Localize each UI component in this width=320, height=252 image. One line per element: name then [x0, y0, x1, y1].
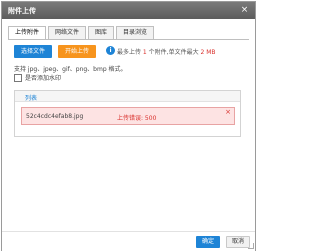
upload-dialog: 附件上传 × 上传附件 网络文件 图库 目录浏览 选择文件 开始上传 i 最多上…: [1, 1, 256, 251]
file-list-title: 列表: [25, 95, 38, 102]
watermark-option[interactable]: 是否添加水印: [14, 73, 61, 82]
file-name: 52c4cdc4efab8.jpg: [26, 113, 84, 120]
cancel-button[interactable]: 取消: [226, 236, 250, 248]
dialog-titlebar[interactable]: 附件上传 ×: [2, 2, 255, 19]
limit-size: 2 MB: [200, 49, 216, 56]
watermark-checkbox[interactable]: [14, 73, 22, 82]
upload-limit-text: 最多上传 1 个附件,单文件最大 2 MB: [117, 47, 216, 56]
limit-middle: 个附件,单文件最大: [146, 49, 201, 56]
tab-directory-browse[interactable]: 目录浏览: [116, 26, 155, 39]
start-upload-button[interactable]: 开始上传: [58, 45, 96, 58]
file-list-panel: 列表 52c4cdc4efab8.jpg 上传错误: 500 ×: [14, 90, 241, 137]
remove-icon[interactable]: ×: [225, 108, 231, 116]
tab-upload-attachment[interactable]: 上传附件: [8, 26, 47, 39]
supported-formats-text: 支持 jpg、jpeg、gif、png、bmp 格式。: [14, 66, 127, 73]
close-icon[interactable]: ×: [239, 5, 250, 16]
upload-error-status: 上传错误: 500: [117, 115, 157, 122]
dialog-title: 附件上传: [8, 7, 36, 15]
file-list-item: 52c4cdc4efab8.jpg 上传错误: 500 ×: [21, 107, 235, 125]
file-list-header: 列表: [15, 91, 240, 102]
resize-grip-icon[interactable]: [248, 243, 254, 249]
tab-bar: 上传附件 网络文件 图库 目录浏览: [8, 26, 155, 39]
tab-gallery[interactable]: 图库: [88, 26, 115, 39]
watermark-label: 是否添加水印: [25, 75, 62, 82]
select-file-button[interactable]: 选择文件: [14, 45, 52, 58]
dialog-footer: 确定 取消: [2, 231, 255, 251]
tab-network-file[interactable]: 网络文件: [48, 26, 87, 39]
tab-divider: [8, 39, 249, 40]
confirm-button[interactable]: 确定: [196, 236, 220, 248]
info-icon: i: [106, 46, 115, 55]
limit-prefix: 最多上传: [117, 49, 143, 56]
